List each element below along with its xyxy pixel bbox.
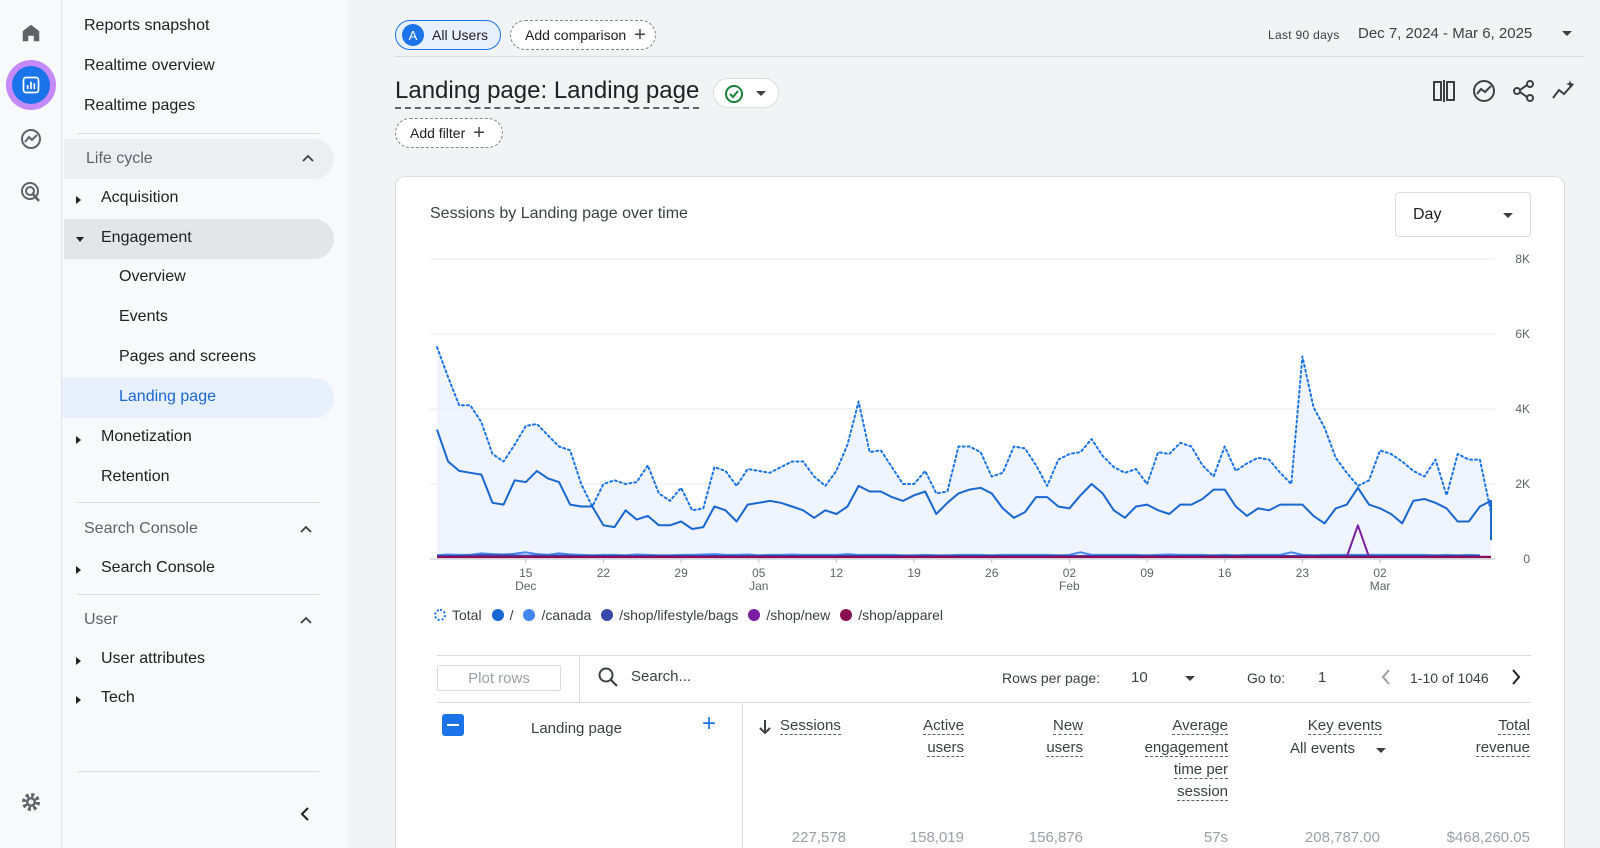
rows-per-page-select[interactable]: 10 [1131,669,1148,686]
goto-input[interactable]: 1 [1318,669,1326,686]
column-header-new-users[interactable]: New users [1000,715,1083,759]
y-tick-label: 2K [1515,477,1530,491]
x-tick-label: 29 [674,566,688,580]
y-tick-label: 8K [1515,252,1530,266]
x-tick-label: 02 [1063,566,1077,580]
chevron-down-icon[interactable] [1185,676,1195,681]
legend-label: /shop/new [766,607,831,623]
column-label: Key events [1307,717,1382,735]
x-tick-month: Dec [515,579,536,593]
column-header-total-revenue[interactable]: Total revenue [1440,715,1530,759]
add-dimension-icon[interactable]: + [702,712,716,736]
x-tick-month: Mar [1370,579,1391,593]
total-revenue: $468,260.05 [1446,829,1530,846]
divider [437,655,1531,656]
column-label: engagement [1144,739,1228,757]
x-tick-label: 12 [830,566,844,580]
x-tick-label: 26 [985,566,999,580]
legend-item[interactable]: /shop/lifestyle/bags [601,607,738,623]
x-tick-label: 19 [907,566,921,580]
x-tick-label: 23 [1296,566,1310,580]
goto-label: Go to: [1247,670,1286,686]
total-sessions: 227,578 [791,829,846,846]
x-tick-month: Feb [1059,579,1080,593]
y-tick-label: 0 [1523,552,1530,566]
x-tick-month: Jan [749,579,768,593]
total-avg-engagement: 57s [1203,829,1228,846]
column-header-sessions[interactable]: Sessions [780,715,841,737]
column-label: New [1052,717,1083,735]
select-all-checkbox[interactable] [442,714,464,736]
legend-label: /shop/lifestyle/bags [619,607,739,623]
legend-item[interactable]: /canada [523,607,591,623]
total-key-events: 208,787.00 [1304,829,1380,846]
total-new-users: 156,876 [1028,829,1083,846]
legend-swatch [434,609,446,621]
chevron-left-icon[interactable] [1380,668,1392,686]
legend-swatch [491,609,504,621]
y-tick-label: 4K [1515,402,1530,416]
column-label: Average [1172,717,1228,735]
search-input[interactable]: Search... [631,668,691,685]
total-area [437,347,1491,559]
pagination-range: 1-10 of 1046 [1410,670,1489,686]
column-label: time per [1173,761,1228,779]
legend-item[interactable]: Total [434,607,482,623]
legend-label: Total [452,607,482,623]
arrow-down-icon [759,720,771,735]
legend-item[interactable]: /shop/apparel [840,607,943,623]
legend-label: /canada [541,607,592,623]
column-header-avg-engagement[interactable]: Average engagement time per session [1110,715,1228,803]
legend-item[interactable]: / [491,607,514,623]
column-label: users [927,739,964,757]
legend-swatch [601,609,614,621]
column-label: revenue [1475,739,1530,757]
y-tick-label: 6K [1515,327,1530,341]
column-label: Sessions [780,717,841,735]
chevron-down-icon[interactable] [1376,748,1386,753]
column-label: Active [923,717,964,735]
x-tick-label: 09 [1140,566,1154,580]
x-tick-label: 16 [1218,566,1232,580]
x-tick-label: 05 [752,566,766,580]
chart-legend: Total / /canada/shop/lifestyle/bags/shop/n… [434,607,953,623]
x-tick-label: 15 [519,566,533,580]
column-header-active-users[interactable]: Active users [880,715,964,759]
key-events-select[interactable]: All events [1290,738,1380,760]
divider [437,702,1531,703]
legend-item[interactable]: /shop/new [748,607,830,623]
legend-swatch [523,609,536,621]
x-tick-label: 22 [597,566,611,580]
legend-swatch [748,609,761,621]
x-tick-label: 02 [1373,566,1387,580]
legend-label: / [509,607,514,623]
column-label: Total [1498,717,1530,735]
plot-rows-button[interactable]: Plot rows [437,665,561,691]
total-active-users: 158,019 [909,829,964,846]
column-label: session [1177,783,1228,801]
column-header-landing-page[interactable]: Landing page [531,718,622,740]
legend-swatch [840,609,853,621]
divider [742,703,743,848]
column-label: users [1046,739,1083,757]
search-icon [598,667,618,687]
rows-per-page-label: Rows per page: [1002,670,1101,686]
chevron-right-icon[interactable] [1510,668,1522,686]
legend-label: /shop/apparel [858,607,944,623]
column-header-key-events[interactable]: Key events [1290,715,1382,737]
divider [579,656,580,702]
